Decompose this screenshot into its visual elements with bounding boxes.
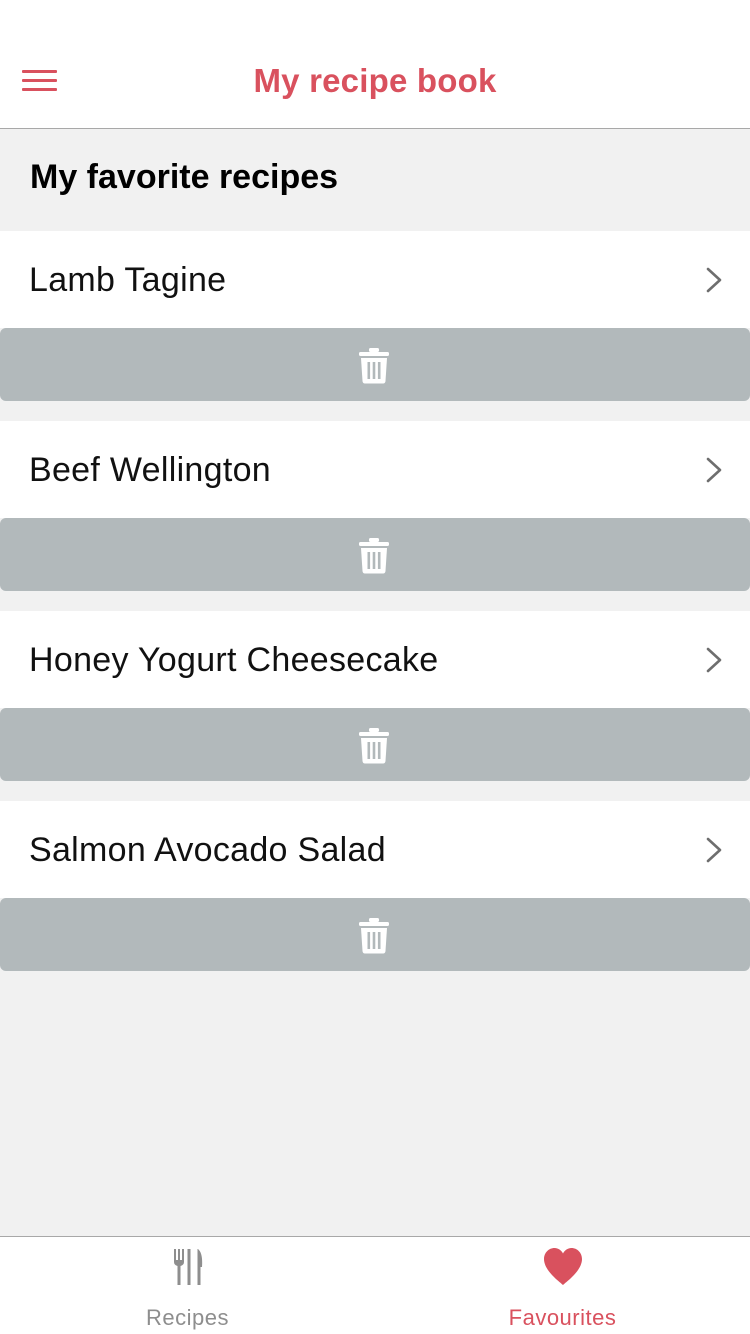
chevron-right-icon [706,457,722,483]
delete-button[interactable] [0,328,750,401]
delete-button[interactable] [0,518,750,591]
recipe-name: Honey Yogurt Cheesecake [29,641,439,679]
recipe-name: Lamb Tagine [29,261,227,299]
fork-knife-icon [173,1249,202,1285]
recipe-row[interactable]: Lamb Tagine [0,231,750,328]
chevron-right-icon [706,267,722,293]
app-screen: My recipe book My favorite recipes Lamb … [0,0,750,1334]
recipe-name: Salmon Avocado Salad [29,831,386,869]
chevron-right-icon [706,647,722,673]
list-item: Salmon Avocado Salad [0,801,750,991]
tab-favourites[interactable]: Favourites [375,1237,750,1334]
page-title: My recipe book [253,62,497,99]
delete-button[interactable] [0,708,750,781]
tab-label: Recipes [146,1305,229,1330]
section-title: My favorite recipes [30,158,339,196]
trash-icon [359,348,389,384]
tab-bar: Recipes Favourites [0,1236,750,1334]
heart-icon [543,1248,582,1285]
trash-icon [359,918,389,954]
recipe-row[interactable]: Honey Yogurt Cheesecake [0,611,750,708]
tab-label: Favourites [508,1305,617,1330]
trash-icon [359,728,389,764]
tab-recipes[interactable]: Recipes [0,1237,375,1334]
trash-icon [359,538,389,574]
recipe-row[interactable]: Salmon Avocado Salad [0,801,750,898]
app-header: My recipe book [0,0,750,129]
list-item: Lamb Tagine [0,231,750,421]
list-item: Beef Wellington [0,421,750,611]
delete-button[interactable] [0,898,750,971]
recipe-name: Beef Wellington [29,451,272,489]
recipe-row[interactable]: Beef Wellington [0,421,750,518]
list-item: Honey Yogurt Cheesecake [0,611,750,801]
chevron-right-icon [706,837,722,863]
favorite-recipes-list: Lamb Tagine Beef Wellington Honey Yogurt… [0,231,750,991]
